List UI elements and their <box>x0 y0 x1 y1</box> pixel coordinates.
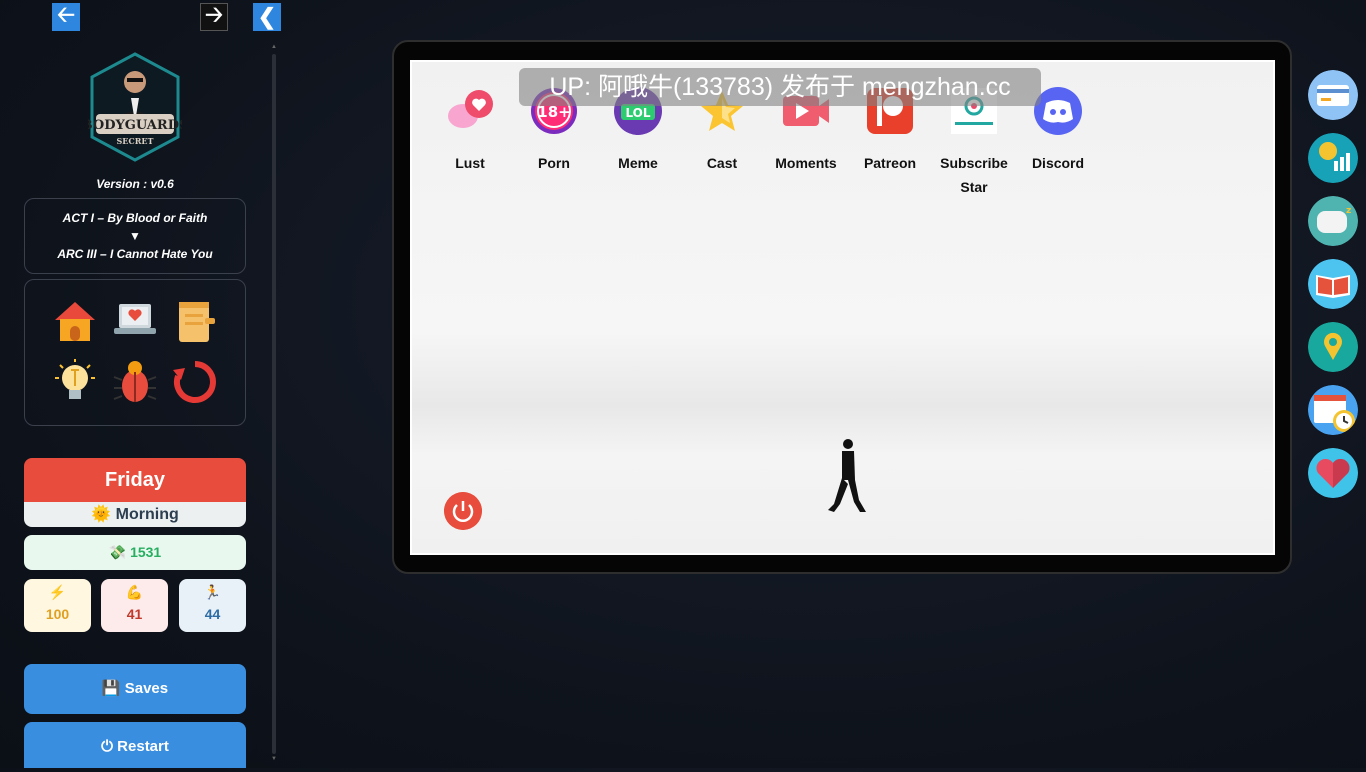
app-label: Meme <box>618 155 658 171</box>
day-label: Friday <box>24 458 246 502</box>
strength-stat: 💪 41 <box>101 579 168 632</box>
strength-value: 41 <box>126 606 143 622</box>
back-button[interactable]: 🡠 <box>52 2 80 31</box>
app-label: Patreon <box>863 155 917 171</box>
menu-icon-grid <box>24 279 246 426</box>
forward-button[interactable]: 🡢 <box>200 2 228 31</box>
energy-value: 100 <box>45 606 70 622</box>
flexed-arm-icon: 💪 <box>125 584 144 600</box>
app-label: Moments <box>775 155 837 171</box>
laptop-icon[interactable] <box>111 298 159 346</box>
calendar-clock-icon[interactable] <box>1308 385 1358 435</box>
collapse-sidebar-button[interactable]: ❮ <box>253 3 281 31</box>
pillow-sleep-icon[interactable]: z <box>1308 196 1358 246</box>
runner-icon: 🏃 <box>203 584 222 600</box>
watermark: UP: 阿哦牛(133783) 发布于 mengzhan.cc <box>519 68 1041 106</box>
time-label: Morning <box>115 506 179 523</box>
energy-stat: ⚡ 100 <box>24 579 91 632</box>
arrow-left-icon: 🡠 <box>57 2 75 27</box>
map-pin-icon[interactable] <box>1308 322 1358 372</box>
app-label: Cast <box>706 155 738 171</box>
scroll-down-arrow[interactable]: ▼ <box>271 756 277 762</box>
bug-icon[interactable] <box>111 358 159 406</box>
svg-text:BODYGUARDS: BODYGUARDS <box>88 118 182 133</box>
app-label: Subscribe Star <box>940 155 1008 195</box>
story-progress: ACT I – By Blood or Faith ▼ ARC III – I … <box>24 198 246 274</box>
power-icon: ⏻ <box>101 738 113 755</box>
arc-label: ARC III – I Cannot Hate You <box>57 247 213 261</box>
app-label: Porn <box>538 155 570 171</box>
app-label: Lust <box>455 155 485 171</box>
money-icon: 💸 <box>108 544 127 560</box>
money-display: 💸 1531 <box>24 535 246 570</box>
chevron-left-icon: ❮ <box>257 4 277 29</box>
svg-text:SECRET: SECRET <box>117 136 154 146</box>
scroll-up-arrow[interactable]: ▲ <box>271 44 277 50</box>
phone-screen: Lust 18+ Porn LOL Meme Cast Moments Patr… <box>410 60 1275 555</box>
notebook-icon[interactable] <box>171 298 219 346</box>
sidebar: 🡠 🡢 ❮ BODYGUARDS SECRET Version : v0.6 A… <box>0 0 281 768</box>
lightbulb-icon[interactable] <box>51 358 99 406</box>
money-value: 1531 <box>130 544 162 560</box>
game-logo: BODYGUARDS SECRET <box>88 52 182 162</box>
home-icon[interactable] <box>51 298 99 346</box>
svg-text:LOL: LOL <box>625 106 650 120</box>
act-label: ACT I – By Blood or Faith <box>62 211 208 225</box>
restart-button[interactable]: ⏻ Restart <box>24 722 246 768</box>
svg-text:z: z <box>1346 206 1351 216</box>
act-arrow: ▼ <box>129 229 141 243</box>
clock-chart-icon[interactable] <box>1308 133 1358 183</box>
sun-face-icon: 🌞 <box>91 506 112 523</box>
floppy-disk-icon: 💾 <box>101 680 121 697</box>
agility-value: 44 <box>204 606 221 622</box>
app-lust[interactable]: Lust <box>428 86 512 175</box>
power-button[interactable] <box>444 492 482 530</box>
lightning-icon: ⚡ <box>48 584 67 600</box>
sidebar-scrollbar[interactable]: ▲ ▼ <box>271 44 277 764</box>
saves-label: Saves <box>124 680 169 697</box>
chat-heart-icon <box>448 90 493 128</box>
version-label: Version : v0.6 <box>96 177 174 191</box>
walking-man-figure <box>828 439 866 512</box>
scroll-track[interactable] <box>272 54 276 754</box>
arrow-right-icon: 🡢 <box>205 2 223 27</box>
saves-button[interactable]: 💾 Saves <box>24 664 246 714</box>
app-label: Discord <box>1031 155 1085 171</box>
credit-card-icon[interactable] <box>1308 70 1358 120</box>
heart-icon[interactable] <box>1308 448 1358 498</box>
reload-icon[interactable] <box>171 358 219 406</box>
agility-stat: 🏃 44 <box>179 579 246 632</box>
time-of-day: 🌞 Morning <box>24 502 246 527</box>
restart-label: Restart <box>117 738 169 755</box>
book-icon[interactable] <box>1308 259 1358 309</box>
